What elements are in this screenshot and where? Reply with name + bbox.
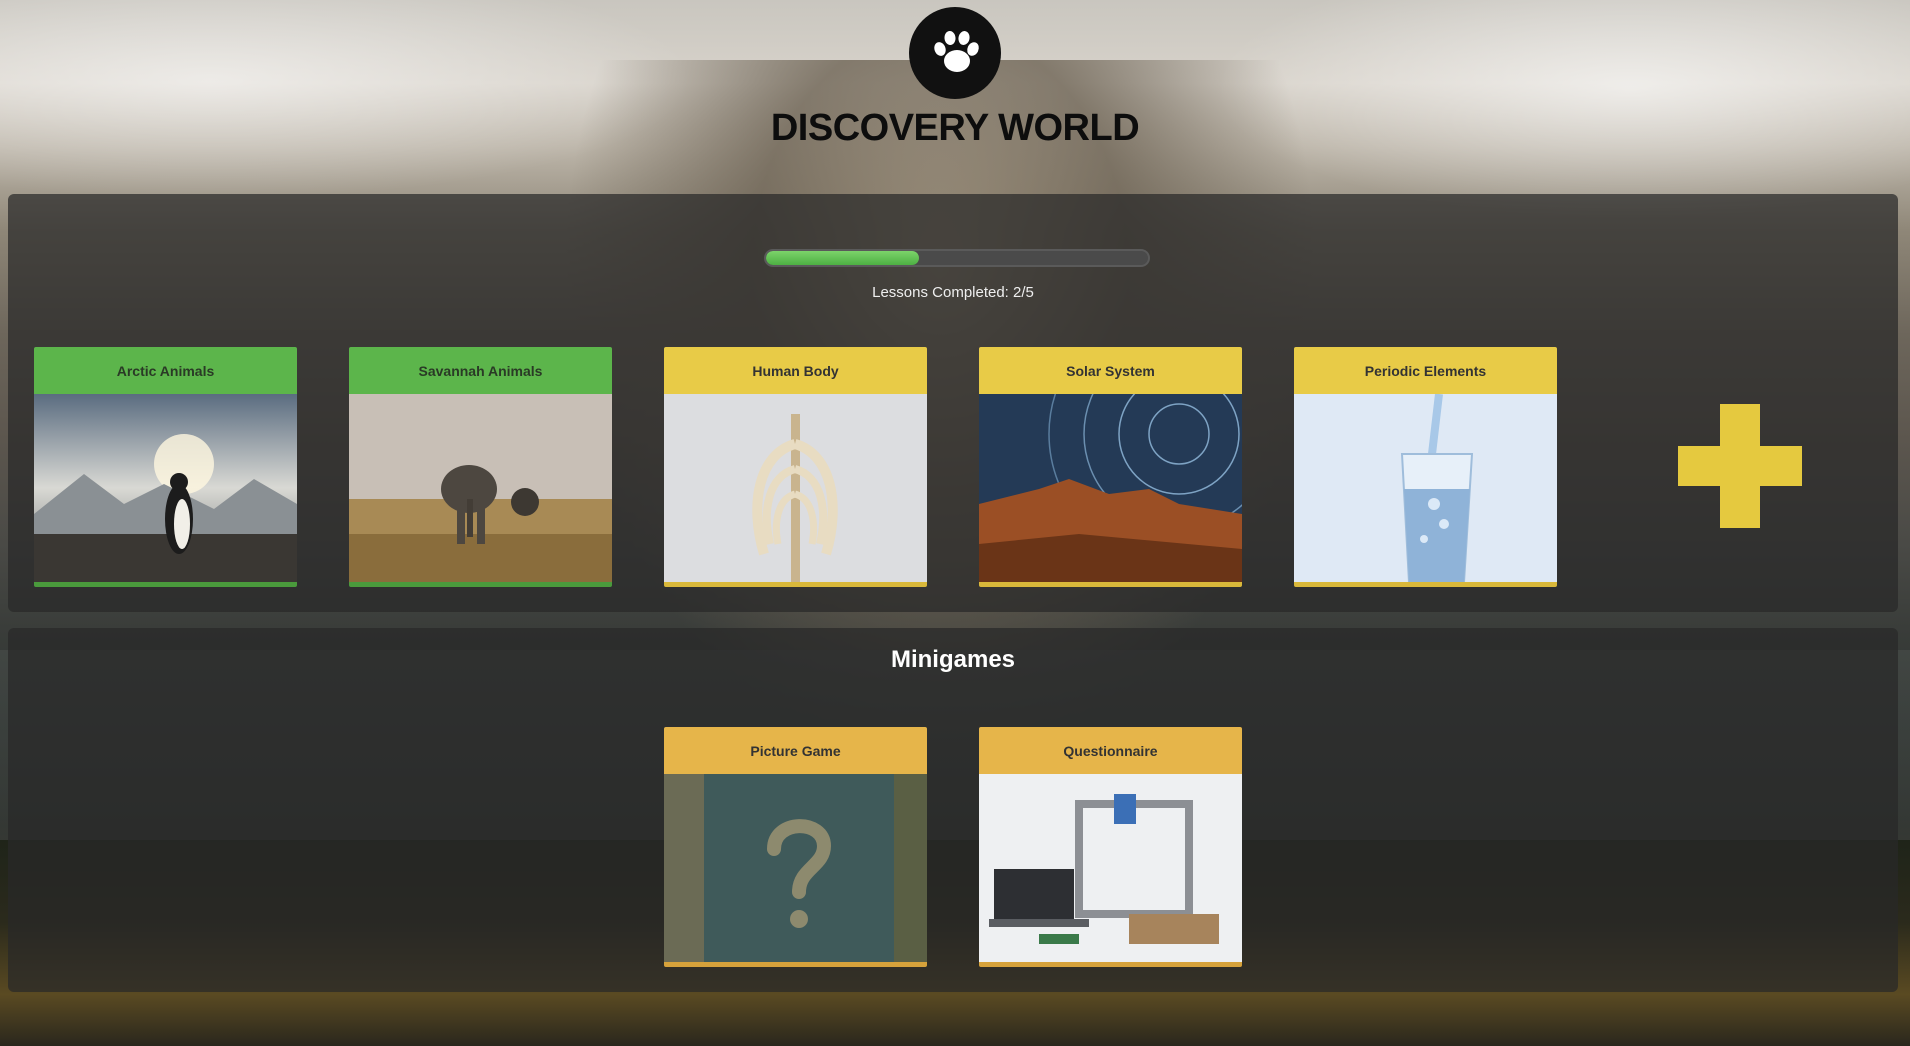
question-mark-island-image [664, 774, 927, 962]
lesson-card-arctic-animals[interactable]: Arctic Animals [34, 347, 297, 587]
lessons-panel: Lessons Completed: 2/5 Arctic Animals Sa… [8, 194, 1898, 612]
minigames-panel: Minigames Picture Game Questionnaire [8, 628, 1898, 992]
lesson-card-human-body[interactable]: Human Body [664, 347, 927, 587]
lessons-progress-bar [764, 249, 1150, 267]
3d-printer-image [979, 774, 1242, 962]
progress-label: Lessons Completed: 2/5 [872, 284, 1034, 301]
paw-icon [934, 31, 979, 72]
logo[interactable] [909, 7, 1001, 99]
lesson-card-savannah-animals[interactable]: Savannah Animals [349, 347, 612, 587]
ribcage-image [664, 394, 927, 582]
progress-fill [766, 251, 919, 265]
minigame-card-questionnaire[interactable]: Questionnaire [979, 727, 1242, 967]
lesson-title: Arctic Animals [34, 347, 297, 394]
lesson-title: Savannah Animals [349, 347, 612, 394]
water-glass-image [1294, 394, 1557, 582]
lesson-title: Human Body [664, 347, 927, 394]
minigame-card-picture-game[interactable]: Picture Game [664, 727, 927, 967]
penguin-image [34, 394, 297, 582]
minigame-title: Questionnaire [979, 727, 1242, 774]
lesson-card-solar-system[interactable]: Solar System [979, 347, 1242, 587]
lesson-title: Solar System [979, 347, 1242, 394]
star-trails-image [979, 394, 1242, 582]
lesson-card-periodic-elements[interactable]: Periodic Elements [1294, 347, 1557, 587]
elephant-image [349, 394, 612, 582]
site-title: DISCOVERY WORLD [770, 107, 1140, 149]
lesson-title: Periodic Elements [1294, 347, 1557, 394]
minigames-heading: Minigames [890, 646, 1016, 673]
site-header: DISCOVERY WORLD [0, 0, 1910, 190]
minigame-title: Picture Game [664, 727, 927, 774]
add-lesson-button[interactable] [1678, 404, 1802, 528]
